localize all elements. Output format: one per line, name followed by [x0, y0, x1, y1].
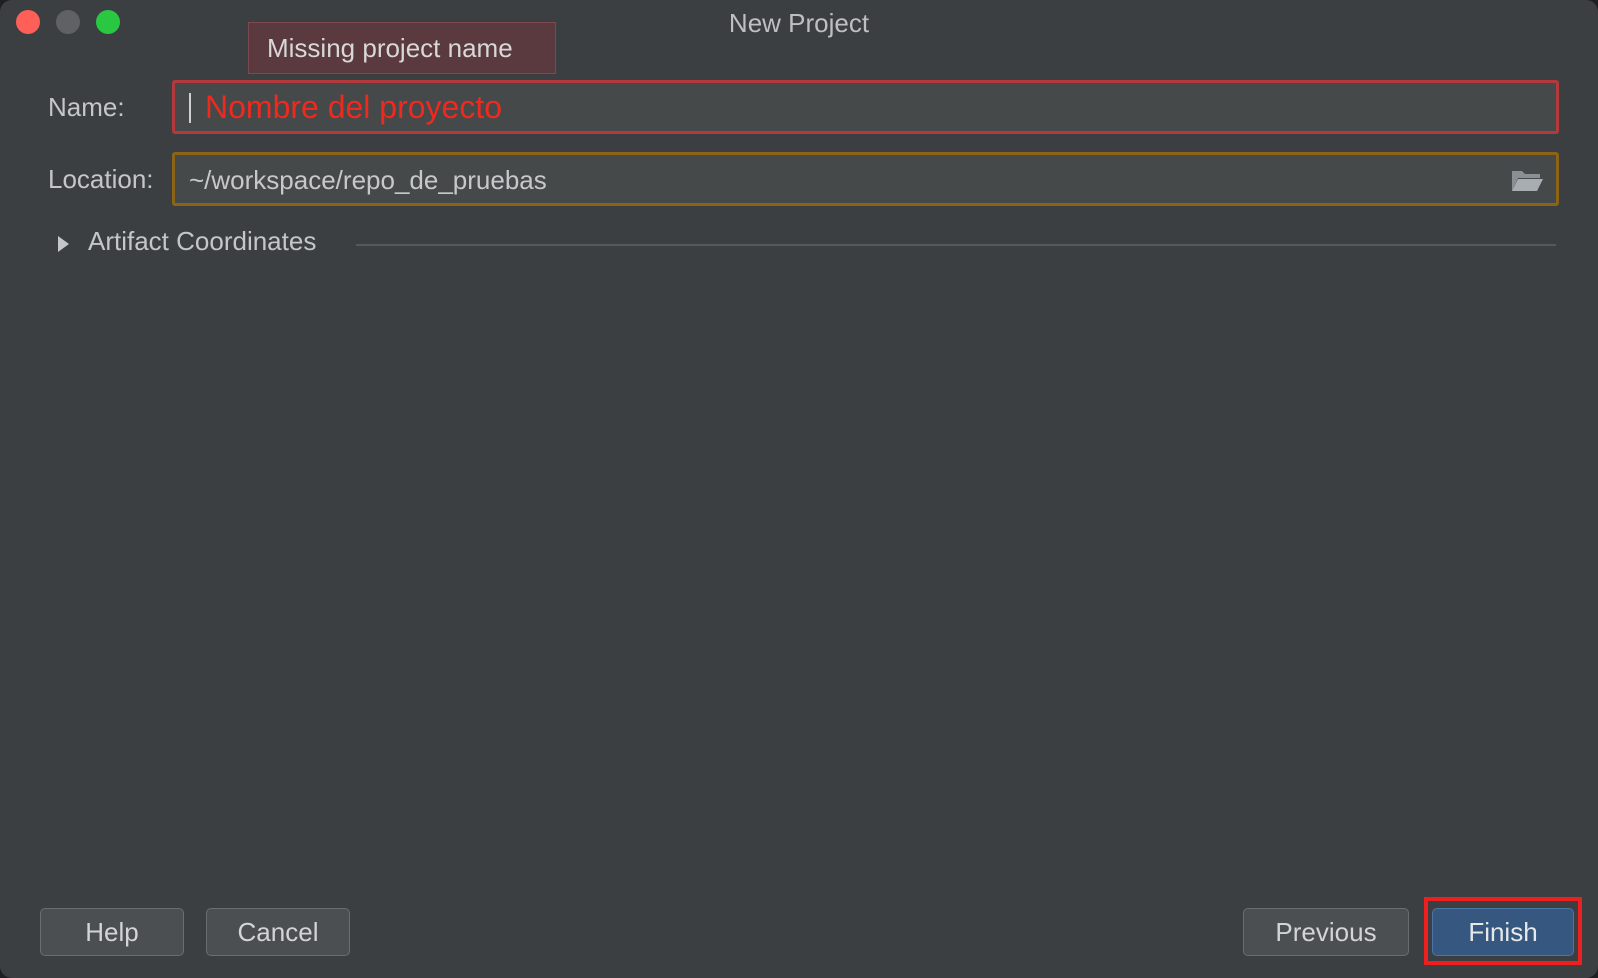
new-project-dialog: New Project Missing project name Name: N…: [0, 0, 1598, 978]
finish-button[interactable]: Finish: [1432, 908, 1574, 956]
project-location-input[interactable]: ~/workspace/repo_de_pruebas: [172, 152, 1559, 206]
location-input-value: ~/workspace/repo_de_pruebas: [189, 165, 547, 195]
validation-tooltip: Missing project name: [248, 22, 556, 74]
previous-button[interactable]: Previous: [1243, 908, 1409, 956]
name-input-text: Nombre del proyecto: [205, 89, 503, 125]
project-name-input[interactable]: Nombre del proyecto: [172, 80, 1559, 134]
cancel-button[interactable]: Cancel: [206, 908, 350, 956]
help-button[interactable]: Help: [40, 908, 184, 956]
window-title: New Project: [728, 8, 870, 38]
triangle-right-icon[interactable]: [56, 234, 72, 254]
artifact-coordinates-section[interactable]: Artifact Coordinates: [56, 226, 1556, 266]
section-divider: [356, 244, 1556, 246]
folder-open-icon[interactable]: [1510, 167, 1544, 193]
name-label: Name:: [48, 92, 125, 122]
title-bar: New Project: [0, 0, 1598, 46]
location-label: Location:: [48, 164, 154, 194]
text-caret: [189, 93, 191, 123]
artifact-coordinates-label[interactable]: Artifact Coordinates: [88, 226, 316, 257]
